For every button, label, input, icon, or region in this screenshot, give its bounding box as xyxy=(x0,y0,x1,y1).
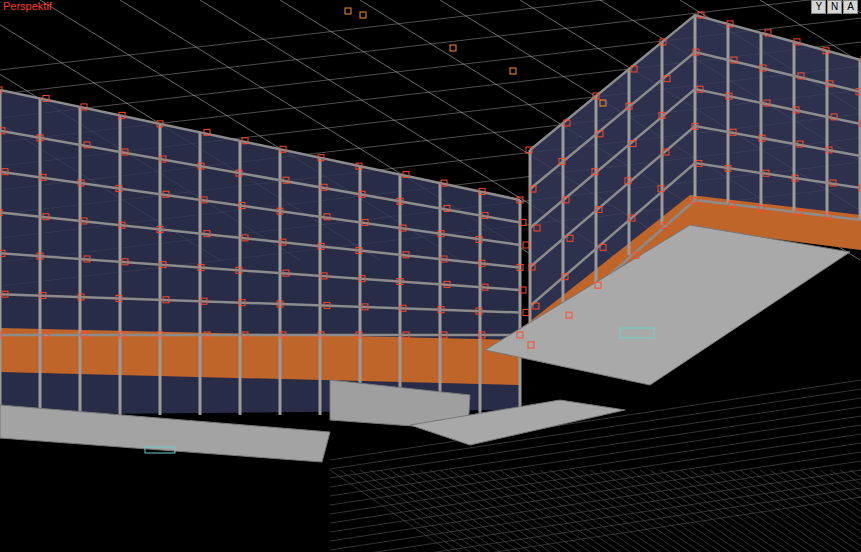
floor-grid xyxy=(330,380,861,552)
selection-markers xyxy=(0,8,861,348)
axis-button[interactable]: Y xyxy=(811,0,826,14)
axis-gizmo[interactable]: YNA xyxy=(811,0,858,14)
axis-button[interactable]: N xyxy=(827,0,842,14)
slabs[interactable] xyxy=(0,225,850,462)
axis-button[interactable]: A xyxy=(843,0,858,14)
left-building[interactable] xyxy=(0,90,520,415)
viewport[interactable]: Perspektif YNA xyxy=(0,0,861,552)
viewport-label[interactable]: Perspektif xyxy=(3,1,52,12)
viewport-scene[interactable] xyxy=(0,0,861,552)
